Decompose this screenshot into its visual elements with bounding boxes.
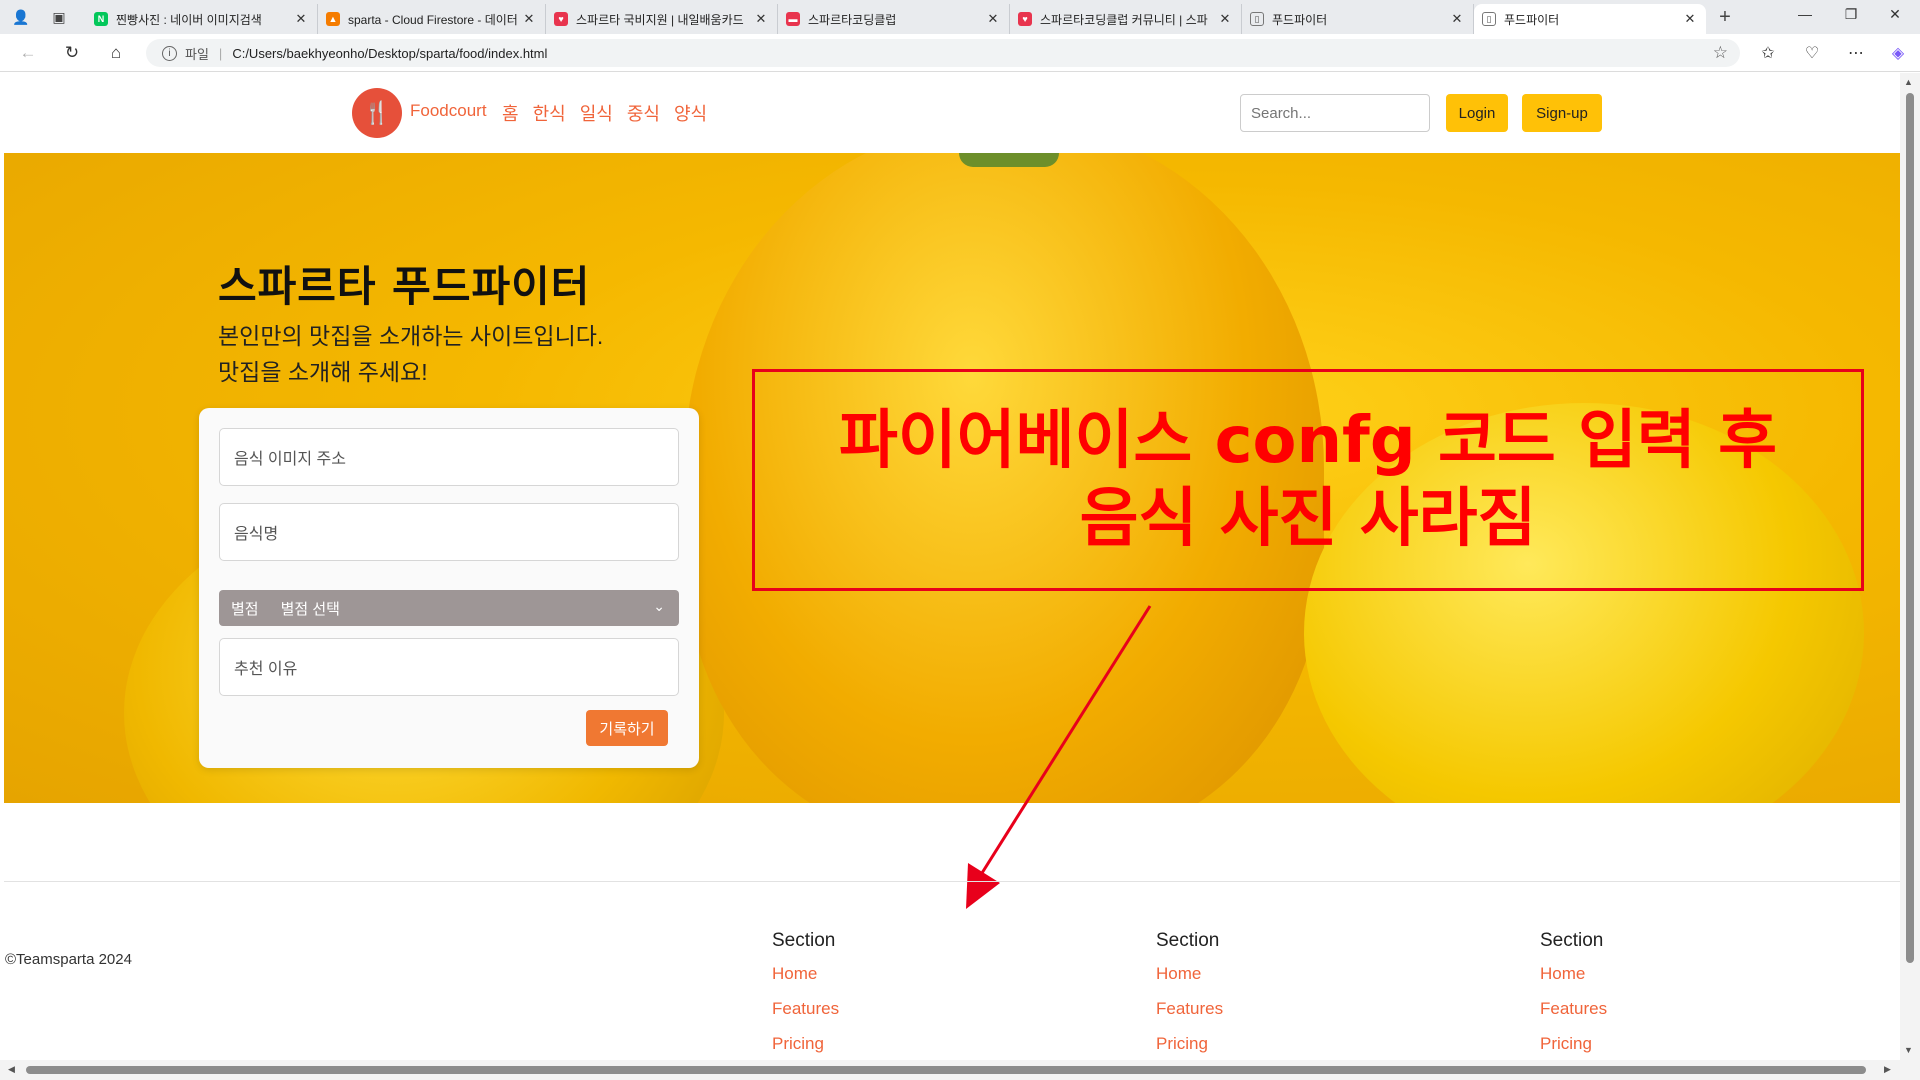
browser-tab-5[interactable]: ▯ 푸드파이터 ✕ [1242,4,1474,34]
naver-favicon-icon: N [94,12,108,26]
scroll-right-icon[interactable]: ▶ [1884,1064,1891,1075]
scroll-up-icon[interactable]: ▲ [1904,77,1913,87]
close-tab-icon[interactable]: ✕ [1449,11,1465,27]
footer-link-features[interactable]: Features [1540,999,1607,1034]
footer-section-heading: Section [772,930,836,951]
footer-link-home[interactable]: Home [1156,964,1223,999]
more-menu-icon[interactable]: ⋯ [1844,43,1868,63]
browser-address-bar: ← ↻ ⌂ i 파일 | C:/Users/baekhyeonho/Deskto… [0,34,1920,72]
footer-link-home[interactable]: Home [772,964,839,999]
tab-title: sparta - Cloud Firestore - 데이터 [348,12,518,27]
browser-tab-4[interactable]: ♥ 스파르타코딩클럽 커뮤니티 | 스파 ✕ [1010,4,1242,34]
footer-column-2: Section Home Features Pricing [1156,930,1223,1069]
page-favicon-icon: ▯ [1250,12,1264,26]
footer-link-features[interactable]: Features [772,999,839,1034]
tab-title: 스파르타코딩클럽 [808,12,897,27]
new-tab-icon[interactable]: + [1714,6,1736,28]
back-icon[interactable]: ← [16,42,40,64]
minimize-icon[interactable]: — [1790,6,1820,22]
favorite-star-icon[interactable]: ☆ [1713,43,1728,63]
sparta-favicon-icon: ♥ [1018,12,1032,26]
close-tab-icon[interactable]: ✕ [293,11,309,27]
horizontal-scrollbar-thumb[interactable] [26,1066,1866,1074]
url-text: C:/Users/baekhyeonho/Desktop/sparta/food… [232,45,548,61]
vertical-scrollbar-thumb[interactable] [1906,93,1914,963]
vertical-scrollbar[interactable]: ▲ ▼ [1900,73,1920,1080]
close-tab-icon[interactable]: ✕ [753,11,769,27]
footer-link-home[interactable]: Home [1540,964,1607,999]
close-window-icon[interactable]: ✕ [1880,6,1910,23]
browser-essentials-icon[interactable]: ♡ [1800,43,1824,63]
footer-divider [4,881,1900,882]
footer-section-heading: Section [1156,930,1220,951]
footer-section-heading: Section [1540,930,1604,951]
browser-tab-2[interactable]: ♥ 스파르타 국비지원 | 내일배움카드 ✕ [546,4,778,34]
url-input[interactable]: i 파일 | C:/Users/baekhyeonho/Desktop/spar… [146,39,1740,67]
close-tab-icon[interactable]: ✕ [1682,11,1698,27]
page-viewport: 🍴 Foodcourt 홈 한식 일식 중식 양식 Login Sign-up … [0,73,1920,1080]
tab-title: 푸드파이터 [1504,12,1560,27]
url-separator: | [218,45,223,61]
tab-title: 스파르타코딩클럽 커뮤니티 | 스파 [1040,12,1208,27]
scroll-down-icon[interactable]: ▼ [1904,1045,1913,1055]
browser-tab-0[interactable]: N 찐빵사진 : 네이버 이미지검색 ✕ [86,4,318,34]
footer-copyright: ©Teamsparta 2024 [5,951,132,968]
site-info-icon[interactable]: i [162,45,177,61]
profile-icon[interactable]: 👤 [10,6,32,28]
annotation-arrow-line [980,605,1152,874]
tab-title: 찐빵사진 : 네이버 이미지검색 [116,12,262,27]
sparta-favicon-icon: ▬ [786,12,800,26]
footer-link-features[interactable]: Features [1156,999,1223,1034]
close-tab-icon[interactable]: ✕ [985,11,1001,27]
home-icon[interactable]: ⌂ [104,42,128,64]
footer-column-3: Section Home Features Pricing [1540,930,1607,1069]
reload-icon[interactable]: ↻ [60,42,84,64]
annotation-arrow [966,605,1152,909]
sparta-favicon-icon: ♥ [554,12,568,26]
copilot-icon[interactable]: ◈ [1886,43,1910,63]
horizontal-scrollbar[interactable]: ◀ ▶ [0,1060,1900,1080]
close-tab-icon[interactable]: ✕ [521,11,537,27]
browser-tab-3[interactable]: ▬ 스파르타코딩클럽 ✕ [778,4,1010,34]
page-favicon-icon: ▯ [1482,12,1496,26]
scroll-left-icon[interactable]: ◀ [8,1064,15,1075]
firebase-favicon-icon: ▲ [326,12,340,26]
close-tab-icon[interactable]: ✕ [1217,11,1233,27]
browser-tab-1[interactable]: ▲ sparta - Cloud Firestore - 데이터 ✕ [318,4,546,34]
browser-tab-6-active[interactable]: ▯ 푸드파이터 ✕ [1474,4,1706,34]
restore-icon[interactable]: ❐ [1836,6,1866,23]
tab-actions-icon[interactable]: ▣ [48,6,70,28]
footer-column-1: Section Home Features Pricing [772,930,839,1069]
tab-title: 푸드파이터 [1272,12,1328,27]
browser-tab-bar: 👤 ▣ N 찐빵사진 : 네이버 이미지검색 ✕ ▲ sparta - Clou… [0,0,1920,34]
tab-title: 스파르타 국비지원 | 내일배움카드 [576,12,744,27]
scheme-label: 파일 [185,46,209,62]
favorites-icon[interactable]: ✩ [1756,43,1780,63]
